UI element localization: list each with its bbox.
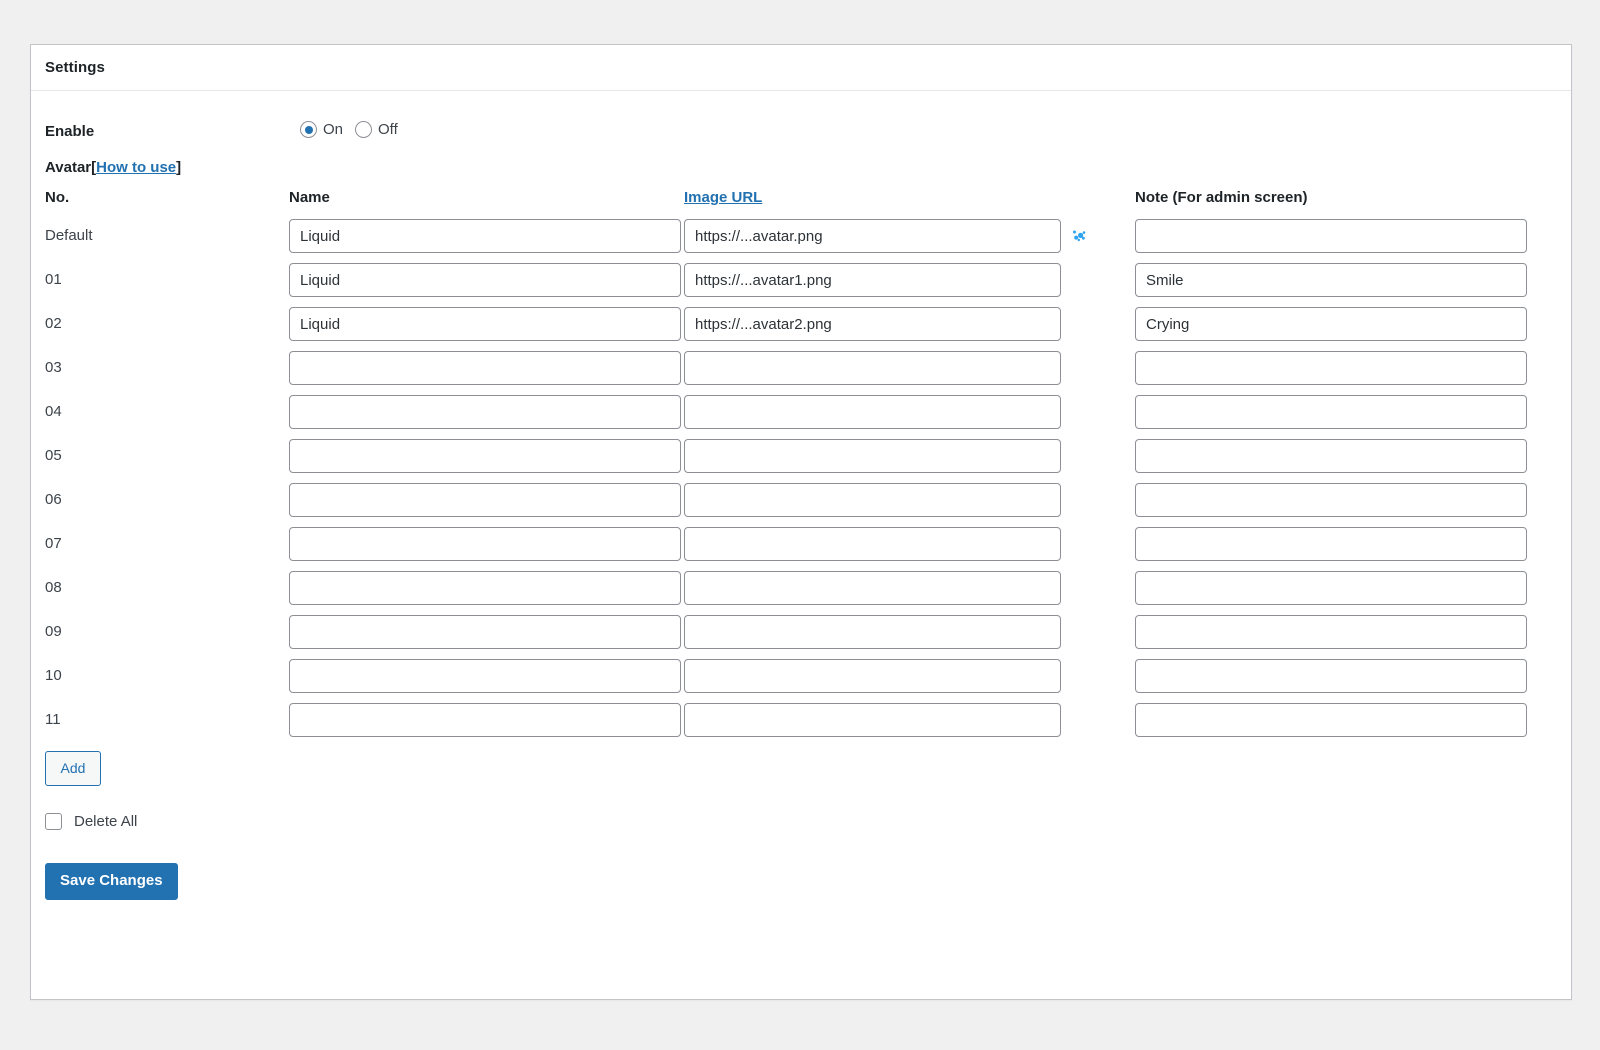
table-row: 08 (45, 567, 1557, 611)
enable-radio-group: On Off (300, 121, 406, 138)
name-input[interactable] (289, 263, 681, 297)
add-button[interactable]: Add (45, 751, 101, 787)
settings-page: Settings Enable On Off Avatar[How to use… (0, 0, 1600, 1050)
image-url-input[interactable] (684, 615, 1061, 649)
row-number-label: 09 (45, 623, 62, 640)
row-number-label: 06 (45, 491, 62, 508)
bracket-close: ] (176, 159, 182, 176)
image-url-input[interactable] (684, 439, 1061, 473)
row-number-label: 03 (45, 359, 62, 376)
name-input[interactable] (289, 571, 681, 605)
name-input[interactable] (289, 219, 681, 253)
name-input[interactable] (289, 527, 681, 561)
note-input[interactable] (1135, 527, 1527, 561)
radio-on-label: On (323, 121, 344, 138)
note-input[interactable] (1135, 351, 1527, 385)
column-header-image-url[interactable]: Image URL (684, 189, 762, 206)
image-url-input[interactable] (684, 219, 1061, 253)
avatar-table: No. Name Image URL Note (For admin scree… (45, 185, 1557, 743)
name-input[interactable] (289, 439, 681, 473)
settings-card: Settings Enable On Off Avatar[How to use… (30, 44, 1572, 1000)
avatar-heading-text: Avatar (45, 159, 92, 176)
table-row: 06 (45, 479, 1557, 523)
column-header-no: No. (45, 189, 70, 206)
image-url-input[interactable] (684, 263, 1061, 297)
table-row: 01 (45, 259, 1557, 303)
table-row: 02 (45, 303, 1557, 347)
name-input[interactable] (289, 395, 681, 429)
card-body: Enable On Off Avatar[How to use] No. Nam… (31, 91, 1571, 900)
delete-all-label[interactable]: Delete All (74, 813, 137, 830)
delete-all-row: Delete All (45, 799, 1557, 843)
table-rows: Default 01 02 03 04 05 06 07 08 09 10 11 (45, 215, 1557, 743)
image-url-input[interactable] (684, 527, 1061, 561)
table-row: 05 (45, 435, 1557, 479)
how-to-use-link[interactable]: How to use (96, 159, 176, 176)
column-header-name: Name (289, 189, 330, 206)
table-row: 11 (45, 699, 1557, 743)
name-input[interactable] (289, 703, 681, 737)
image-url-input[interactable] (684, 571, 1061, 605)
enable-radio-off[interactable]: Off (355, 121, 398, 138)
row-number-label: 07 (45, 535, 62, 552)
enable-radio-on[interactable]: On (300, 121, 343, 138)
name-input[interactable] (289, 483, 681, 517)
table-row: 03 (45, 347, 1557, 391)
table-row: Default (45, 215, 1557, 259)
name-input[interactable] (289, 351, 681, 385)
note-input[interactable] (1135, 703, 1527, 737)
broken-image-icon (1073, 230, 1086, 242)
name-input[interactable] (289, 659, 681, 693)
page-title: Settings (45, 59, 105, 76)
row-number-label: 11 (45, 711, 61, 728)
row-number-label: 04 (45, 403, 62, 420)
table-row: 09 (45, 611, 1557, 655)
image-url-input[interactable] (684, 659, 1061, 693)
column-header-note: Note (For admin screen) (1135, 189, 1308, 206)
note-input[interactable] (1135, 439, 1527, 473)
note-input[interactable] (1135, 483, 1527, 517)
table-row: 07 (45, 523, 1557, 567)
avatar-section-heading: Avatar[How to use] (45, 147, 1557, 185)
image-url-input[interactable] (684, 483, 1061, 517)
note-input[interactable] (1135, 659, 1527, 693)
table-row: 04 (45, 391, 1557, 435)
card-header: Settings (31, 45, 1571, 91)
note-input[interactable] (1135, 263, 1527, 297)
row-number-label: 08 (45, 579, 62, 596)
note-input[interactable] (1135, 571, 1527, 605)
image-url-input[interactable] (684, 703, 1061, 737)
image-url-input[interactable] (684, 307, 1061, 341)
enable-label: Enable (45, 123, 95, 140)
image-url-input[interactable] (684, 395, 1061, 429)
table-header-row: No. Name Image URL Note (For admin scree… (45, 185, 1557, 215)
delete-all-checkbox[interactable] (45, 812, 62, 830)
radio-off-label: Off (378, 121, 398, 138)
table-row: 10 (45, 655, 1557, 699)
note-input[interactable] (1135, 219, 1527, 253)
row-number-label: 10 (45, 667, 62, 684)
enable-row: Enable On Off (45, 91, 1557, 147)
add-row-area: Add (45, 743, 1557, 799)
row-number-label: 05 (45, 447, 62, 464)
save-changes-button[interactable]: Save Changes (45, 863, 178, 900)
note-input[interactable] (1135, 615, 1527, 649)
radio-off-indicator[interactable] (355, 121, 373, 138)
row-number-label: 01 (45, 271, 62, 288)
note-input[interactable] (1135, 395, 1527, 429)
name-input[interactable] (289, 307, 681, 341)
name-input[interactable] (289, 615, 681, 649)
save-area: Save Changes (45, 843, 1557, 900)
radio-on-indicator[interactable] (300, 121, 317, 138)
row-number-label: Default (45, 227, 93, 244)
image-url-input[interactable] (684, 351, 1061, 385)
row-number-label: 02 (45, 315, 62, 332)
note-input[interactable] (1135, 307, 1527, 341)
